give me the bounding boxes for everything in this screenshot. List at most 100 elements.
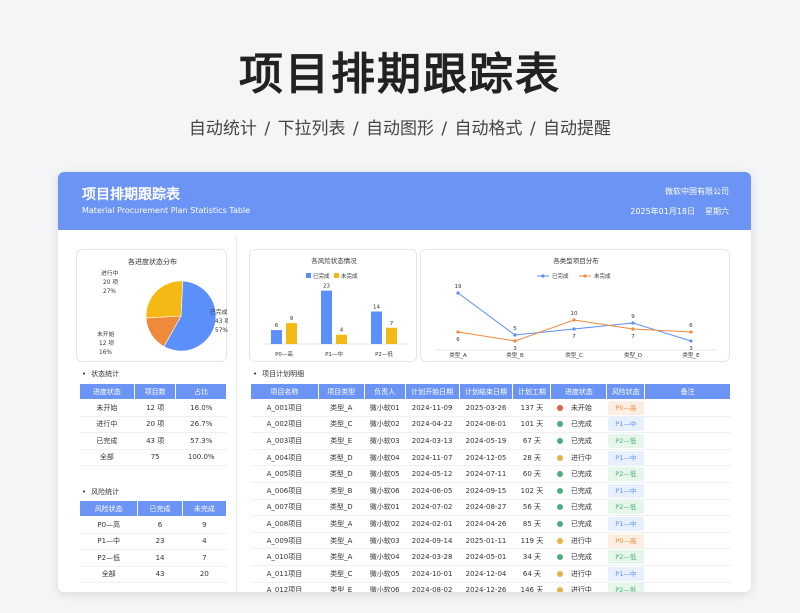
- bar: [336, 334, 347, 344]
- line-point: [456, 330, 460, 334]
- status-text: 已完成: [570, 486, 592, 495]
- start-date-cell: 2024-04-22: [405, 416, 460, 434]
- bar-chart-title: 各风险状态情况: [311, 256, 357, 265]
- line-category-label: 类型_C: [565, 351, 583, 359]
- status-text: 进行中: [570, 569, 592, 578]
- date-line: 2025年01月18日 星期六: [630, 206, 729, 217]
- project-type-cell: 类型_D: [318, 465, 365, 483]
- table-row: P1—中 23 4: [79, 533, 227, 550]
- bar-legend-label: 未完成: [341, 272, 358, 280]
- remark-cell: [644, 449, 731, 467]
- table-row: 未开始 12 项 16.0%: [79, 399, 227, 417]
- owner-cell: 微小软05: [364, 465, 406, 483]
- status-dot-icon: [556, 471, 563, 478]
- count-cell: 75: [134, 449, 176, 466]
- start-date-cell: 2024-02-01: [405, 515, 460, 533]
- line-legend-label: 已完成: [552, 272, 569, 280]
- owner-cell: 微小软01: [364, 399, 406, 417]
- detail-header-cell: 进度状态: [550, 383, 608, 400]
- project-name-cell: A_009项目: [250, 532, 319, 550]
- risk-badge: P0—高: [607, 533, 644, 548]
- pie-label-count: 20 项: [103, 279, 118, 286]
- status-dot-icon: [556, 537, 563, 544]
- status-dot-icon: [556, 570, 563, 577]
- project-name-cell: A_010项目: [250, 548, 319, 566]
- line-point: [572, 327, 576, 331]
- start-date-cell: 2024-03-13: [405, 432, 460, 450]
- status-dot-icon: [556, 487, 563, 494]
- line-value-label: 5: [513, 326, 517, 332]
- start-date-cell: 2024-11-09: [405, 399, 460, 417]
- status-cell: 未开始: [79, 399, 135, 417]
- line-value-label: 9: [631, 314, 635, 320]
- start-date-cell: 2024-05-12: [405, 465, 460, 483]
- weekday-text: 星期六: [705, 207, 729, 216]
- end-date-cell: 2024-04-26: [459, 515, 513, 533]
- project-name-cell: A_011项目: [250, 565, 319, 583]
- owner-cell: 微小软02: [364, 515, 406, 533]
- pie-panel: 各进度状态分布 已完成 43 项 57% 未开始 12 项 16% 进行中 20 项 27%: [76, 249, 228, 362]
- project-name-cell: A_002项目: [250, 416, 319, 434]
- table-row: 全部 75 100.0%: [79, 449, 227, 466]
- table-row: 进行中 20 项 26.7%: [79, 416, 227, 433]
- remark-cell: [644, 582, 731, 592]
- status-text: 已完成: [570, 420, 592, 429]
- bar-value-label: 23: [323, 284, 330, 290]
- card-subtitle: Material Procurement Plan Statistics Tab…: [82, 206, 251, 215]
- line-panel: 各类型项目分布 已完成 未完成 19 5 7 9 3 6 3 10 7 6 类型_A 类型_B 类型_C 类型_…: [420, 249, 730, 362]
- legend-swatch: [306, 273, 311, 278]
- end-date-cell: 2024-05-19: [459, 432, 513, 450]
- start-date-cell: 2024-08-02: [405, 582, 460, 592]
- status-cell: 全部: [79, 449, 135, 466]
- project-name-cell: A_003项目: [250, 432, 319, 450]
- done-cell: 6: [137, 516, 183, 534]
- project-name-cell: A_012项目: [250, 582, 319, 592]
- duration-cell: 28 天: [512, 449, 551, 467]
- duration-cell: 102 天: [512, 482, 551, 500]
- undone-cell: 7: [182, 549, 227, 567]
- th-status: 进度状态: [79, 383, 135, 400]
- risk-badge: P2—低: [607, 550, 644, 565]
- legend-swatch: [334, 273, 339, 278]
- risk-status-cell: P2—低: [606, 432, 645, 450]
- card-title: 项目排期跟踪表: [82, 187, 180, 203]
- bar: [371, 311, 382, 344]
- detail-header-cell: 计划结束日期: [458, 383, 514, 400]
- risk-badge: P1—中: [607, 566, 644, 581]
- risk-status-cell: P2—低: [606, 465, 645, 483]
- owner-cell: 微小软04: [364, 548, 406, 566]
- table-row: P2—低 14 7: [79, 549, 227, 567]
- progress-status-cell: 已完成: [550, 515, 607, 533]
- status-dot-icon: [556, 404, 563, 411]
- risk-stats-table: 风险状态 已完成 未完成 P0—高 6 9 P1—中 23 4 P2—低 14 7 全部 43 20: [78, 500, 228, 583]
- detail-header-cell: 负责人: [363, 383, 406, 400]
- remark-cell: [644, 399, 731, 417]
- th-done: 已完成: [137, 500, 183, 517]
- table-row: 已完成 43 项 57.3%: [79, 432, 227, 450]
- progress-status-cell: 进行中: [550, 565, 607, 583]
- th-count: 项目数: [133, 383, 177, 400]
- pie-slice: [145, 280, 184, 319]
- progress-status-cell: 进行中: [550, 582, 607, 592]
- risk-badge: P2—低: [607, 583, 644, 592]
- risk-badge: P2—低: [607, 500, 644, 515]
- status-cell: 已完成: [79, 432, 135, 450]
- dashboard-card: 项目排期跟踪表 Material Procurement Plan Statis…: [58, 172, 751, 592]
- remark-cell: [644, 499, 731, 517]
- risk-status-cell: P0—高: [606, 532, 645, 550]
- end-date-cell: 2024-07-11: [459, 465, 513, 483]
- bar-category-label: P2—低: [375, 350, 393, 358]
- line-point: [572, 318, 576, 322]
- risk-badge: P1—中: [607, 516, 644, 531]
- done-cell: 23: [137, 533, 183, 550]
- line-point: [631, 321, 635, 325]
- status-text: 已完成: [570, 436, 592, 445]
- progress-status-cell: 已完成: [550, 548, 607, 566]
- progress-status-cell: 已完成: [550, 432, 607, 450]
- column-divider: [236, 236, 237, 592]
- line-value-label: 6: [456, 337, 460, 343]
- bar: [321, 290, 332, 344]
- status-dot-icon: [556, 520, 563, 527]
- owner-cell: 微小软04: [364, 449, 406, 467]
- project-type-cell: 类型_A: [318, 548, 365, 566]
